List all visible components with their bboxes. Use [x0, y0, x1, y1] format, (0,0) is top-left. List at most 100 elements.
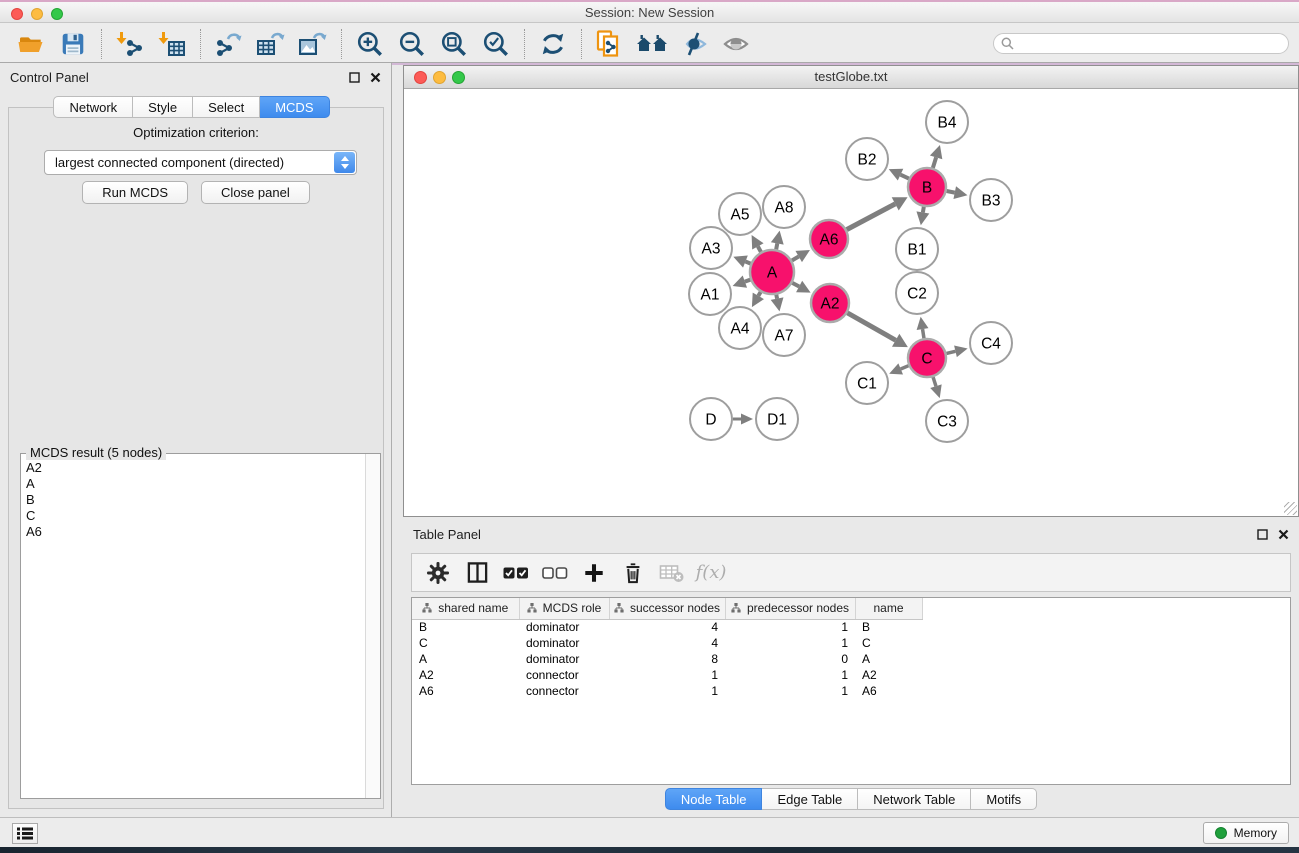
graph-node-A7[interactable]: A7: [763, 314, 805, 356]
task-history-button[interactable]: [12, 823, 38, 844]
table-cell[interactable]: 4: [609, 619, 725, 635]
tab-edge-table[interactable]: Edge Table: [762, 788, 858, 810]
export-image-button[interactable]: [292, 27, 334, 61]
graph-node-C1[interactable]: C1: [846, 362, 888, 404]
tab-mcds[interactable]: MCDS: [260, 96, 329, 118]
tab-network-table[interactable]: Network Table: [858, 788, 971, 810]
graph-edge-C-C2[interactable]: [917, 317, 929, 339]
tab-select[interactable]: Select: [193, 96, 260, 118]
column-header-name[interactable]: name: [855, 598, 922, 619]
graph-edge-B-B2[interactable]: [889, 169, 909, 181]
graph-node-D1[interactable]: D1: [756, 398, 798, 440]
import-table-button[interactable]: [151, 27, 193, 61]
graph-edge-A-A8[interactable]: [771, 231, 784, 250]
table-cell[interactable]: 1: [725, 683, 855, 699]
tab-node-table[interactable]: Node Table: [665, 788, 763, 810]
close-table-panel-icon[interactable]: [1278, 529, 1289, 540]
graph-node-C2[interactable]: C2: [896, 272, 938, 314]
refresh-button[interactable]: [532, 27, 574, 61]
table-settings-button[interactable]: [425, 559, 451, 587]
delete-table-button[interactable]: [659, 559, 685, 587]
graph-edge-A-A3[interactable]: [733, 255, 750, 267]
graph-edge-C-C4[interactable]: [946, 345, 967, 357]
graph-node-B4[interactable]: B4: [926, 101, 968, 143]
mcds-result-item[interactable]: C: [22, 508, 364, 524]
delete-column-button[interactable]: [620, 559, 646, 587]
table-cell[interactable]: connector: [519, 667, 609, 683]
graph-node-B3[interactable]: B3: [970, 179, 1012, 221]
table-cell[interactable]: C: [412, 635, 519, 651]
table-cell[interactable]: B: [855, 619, 922, 635]
window-resize-grip[interactable]: [1284, 502, 1297, 515]
table-cell[interactable]: A2: [412, 667, 519, 683]
network-minimize-button[interactable]: [433, 71, 446, 84]
table-row[interactable]: A6connector11A6: [412, 683, 922, 699]
toggle-graphics-details-button[interactable]: [673, 27, 715, 61]
table-cell[interactable]: 8: [609, 651, 725, 667]
zoom-selected-button[interactable]: [475, 27, 517, 61]
table-cell[interactable]: A: [855, 651, 922, 667]
graph-node-A[interactable]: A: [750, 250, 794, 294]
search-input[interactable]: [1018, 37, 1281, 51]
home-button[interactable]: [631, 27, 673, 61]
zoom-out-button[interactable]: [391, 27, 433, 61]
mcds-result-item[interactable]: A2: [22, 460, 364, 476]
graph-edge-A-A6[interactable]: [792, 250, 810, 262]
select-all-columns-button[interactable]: [503, 559, 529, 587]
graph-edge-A-A2[interactable]: [792, 281, 810, 293]
graph-node-C4[interactable]: C4: [970, 322, 1012, 364]
table-cell[interactable]: B: [412, 619, 519, 635]
table-row[interactable]: A2connector11A2: [412, 667, 922, 683]
table-cell[interactable]: 1: [725, 635, 855, 651]
tab-style[interactable]: Style: [133, 96, 193, 118]
network-zoom-button[interactable]: [452, 71, 465, 84]
table-cell[interactable]: dominator: [519, 635, 609, 651]
table-cell[interactable]: dominator: [519, 619, 609, 635]
graph-node-B[interactable]: B: [908, 168, 946, 206]
mcds-result-item[interactable]: A: [22, 476, 364, 492]
graph-edge-B-B4[interactable]: [930, 145, 942, 168]
network-window-titlebar[interactable]: testGlobe.txt: [404, 66, 1298, 89]
close-panel-button[interactable]: Close panel: [201, 181, 310, 204]
function-builder-button[interactable]: f(x): [698, 559, 724, 587]
export-table-button[interactable]: [250, 27, 292, 61]
show-hide-button[interactable]: [715, 27, 757, 61]
column-header-shared-name[interactable]: shared name: [412, 598, 519, 619]
table-row[interactable]: Cdominator41C: [412, 635, 922, 651]
graph-edge-A-A7[interactable]: [771, 295, 784, 312]
show-columns-button[interactable]: [464, 559, 490, 587]
graph-node-D[interactable]: D: [690, 398, 732, 440]
graph-edge-A2-C[interactable]: [847, 313, 907, 347]
graph-edge-D-D1[interactable]: [733, 414, 753, 425]
graph-edge-B-B3[interactable]: [947, 186, 968, 199]
result-scrollbar[interactable]: [365, 454, 380, 798]
close-panel-icon[interactable]: [370, 72, 381, 83]
duplicate-network-button[interactable]: [589, 27, 631, 61]
graph-node-A5[interactable]: A5: [719, 193, 761, 235]
graph-edge-A-A5[interactable]: [752, 235, 764, 252]
node-table[interactable]: shared nameMCDS rolesuccessor nodesprede…: [411, 597, 1291, 785]
import-network-button[interactable]: [109, 27, 151, 61]
graph-edge-C-C3[interactable]: [930, 377, 941, 398]
graph-node-C3[interactable]: C3: [926, 400, 968, 442]
table-cell[interactable]: 0: [725, 651, 855, 667]
tab-motifs[interactable]: Motifs: [971, 788, 1037, 810]
graph-edge-A-A1[interactable]: [733, 276, 751, 288]
table-cell[interactable]: A2: [855, 667, 922, 683]
graph-node-A1[interactable]: A1: [689, 273, 731, 315]
graph-edge-C-C1[interactable]: [889, 363, 908, 374]
graph-node-A6[interactable]: A6: [810, 220, 848, 258]
minimize-window-button[interactable]: [31, 8, 43, 20]
graph-node-A2[interactable]: A2: [811, 284, 849, 322]
save-session-button[interactable]: [52, 27, 94, 61]
float-panel-icon[interactable]: [349, 72, 360, 83]
graph-node-A3[interactable]: A3: [690, 227, 732, 269]
open-session-button[interactable]: [10, 27, 52, 61]
network-canvas[interactable]: AA6A2BCA5A8A3A1A4A7B2B4B3B1C2C4C1C3DD1: [404, 90, 1298, 516]
float-table-panel-icon[interactable]: [1257, 529, 1268, 540]
table-cell[interactable]: 1: [725, 619, 855, 635]
graph-edge-B-B1[interactable]: [916, 207, 929, 226]
zoom-fit-button[interactable]: [433, 27, 475, 61]
run-mcds-button[interactable]: Run MCDS: [82, 181, 188, 204]
close-window-button[interactable]: [11, 8, 23, 20]
